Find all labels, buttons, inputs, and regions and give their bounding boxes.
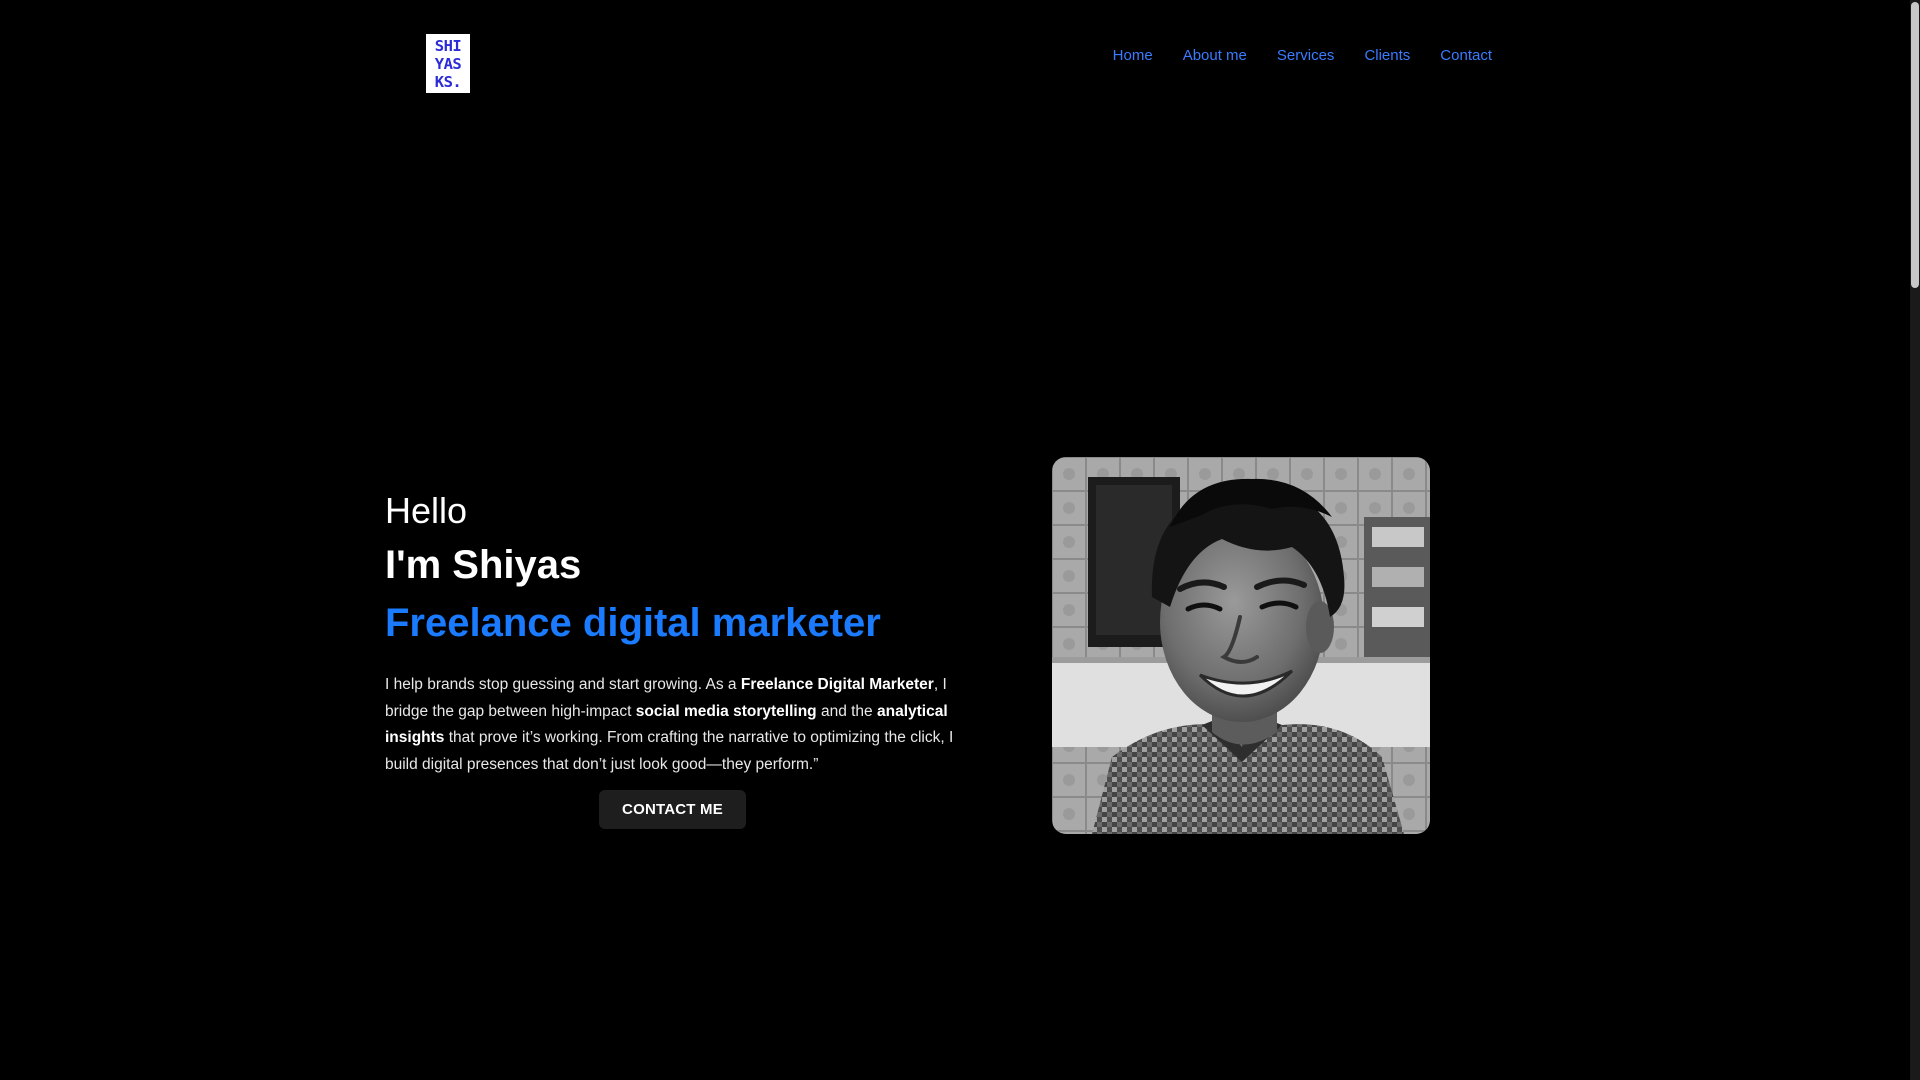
nav-services[interactable]: Services — [1277, 47, 1335, 64]
nav-about-me[interactable]: About me — [1183, 47, 1247, 64]
bio-bold-2: social media storytelling — [635, 702, 817, 720]
hero-section: Hello I'm Shiyas Freelance digital marke… — [385, 488, 960, 829]
scrollbar-thumb[interactable] — [1911, 2, 1919, 288]
nav-contact[interactable]: Contact — [1440, 47, 1492, 64]
nav-home[interactable]: Home — [1113, 47, 1153, 64]
page: SHI YAS KS. Home About me Services Clien… — [0, 0, 1920, 1080]
contact-me-button[interactable]: CONTACT ME — [599, 790, 746, 829]
main-nav: Home About me Services Clients Contact — [1083, 47, 1492, 64]
bio-text-3: and the — [816, 702, 877, 720]
profile-photo — [1052, 457, 1430, 834]
profile-photo-illustration — [1052, 457, 1430, 834]
hero-bio: I help brands stop guessing and start gr… — [385, 672, 960, 778]
site-logo[interactable]: SHI YAS KS. — [426, 34, 470, 93]
logo-line-1: SHI — [434, 37, 462, 55]
logo-line-2: YAS — [434, 55, 462, 73]
hero-role: Freelance digital marketer — [385, 601, 881, 645]
bio-text-4: that prove it’s working. From crafting t… — [385, 729, 954, 773]
logo-line-3: KS. — [434, 73, 462, 91]
hero-name: I'm Shiyas — [385, 543, 582, 587]
bio-bold-1: Freelance Digital Marketer — [740, 676, 934, 693]
nav-clients[interactable]: Clients — [1364, 47, 1410, 64]
bio-text-1: I help brands stop guessing and start gr… — [385, 676, 741, 693]
page-scrollbar[interactable] — [1910, 0, 1920, 1080]
hero-greeting: Hello — [385, 490, 468, 531]
cta-wrapper: CONTACT ME — [385, 790, 960, 829]
